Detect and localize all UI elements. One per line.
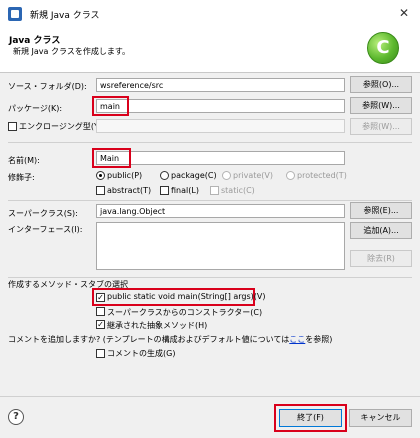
package-browse-button[interactable]: 参照(W)... [350,97,412,114]
comments-question-suffix: を参照) [305,335,333,344]
help-icon[interactable]: ? [8,409,24,425]
private-radio[interactable] [222,171,231,180]
package-label: パッケージ(K): [8,104,63,113]
superclass-browse-button[interactable]: 参照(E)... [350,202,412,219]
separator [8,200,412,201]
comments-question-prefix: コメントを追加しますか? (テンプレートの構成およびデフォルト値については [8,335,290,344]
static-checkbox[interactable] [210,186,219,195]
eclipse-app-icon [8,7,22,21]
banner-subtitle: 新規 Java クラスを作成します。 [13,47,131,56]
enclosing-type-label: エンクロージング型(Y): [19,122,105,131]
enclosing-type-field[interactable] [96,119,345,133]
java-class-wizard-icon [367,32,399,64]
public-radio-label: public(P) [107,171,143,180]
finish-button[interactable]: 終了(F) [279,409,342,427]
comments-question: コメントを追加しますか? (テンプレートの構成およびデフォルト値についてはここを… [8,334,332,345]
interfaces-list[interactable] [96,222,345,270]
separator [8,277,412,278]
class-name-highlight [92,148,131,168]
public-radio[interactable] [96,171,105,180]
constructors-checkbox[interactable] [96,307,105,316]
package-highlight [92,96,129,116]
add-interface-button[interactable]: 追加(A)... [350,222,412,239]
cancel-button[interactable]: キャンセル [349,409,412,427]
remove-interface-button[interactable]: 除去(R) [350,250,412,267]
separator [8,142,412,143]
generate-comments-checkbox[interactable] [96,349,105,358]
window-title: 新規 Java クラス [30,11,100,21]
banner-title: Java クラス [9,36,61,46]
inherited-methods-label: 継承された抽象メソッド(H) [107,321,208,330]
abstract-checkbox[interactable] [96,186,105,195]
final-checkbox-label: final(L) [171,186,199,195]
generate-comments-label: コメントの生成(G) [107,349,176,358]
class-name-field[interactable]: Main [96,151,345,165]
template-link[interactable]: ここ [289,335,305,344]
name-label: 名前(M): [8,156,40,165]
superclass-field[interactable]: java.lang.Object [96,204,345,218]
main-method-checkbox[interactable]: ✓ [96,293,105,302]
enclosing-type-checkbox[interactable] [8,122,17,131]
final-checkbox[interactable] [160,186,169,195]
inherited-methods-checkbox[interactable]: ✓ [96,320,105,329]
protected-radio-label: protected(T) [297,171,347,180]
source-folder-field[interactable]: wsreference/src [96,78,345,92]
source-folder-label: ソース・フォルダ(D): [8,82,87,91]
modifiers-label: 修飾子: [8,173,35,182]
package-radio-label: package(C) [171,171,217,180]
source-folder-browse-button[interactable]: 参照(O)... [350,76,412,93]
package-radio[interactable] [160,171,169,180]
main-method-label: public static void main(String[] args)(V… [107,292,266,301]
package-field[interactable]: main [96,99,345,113]
close-icon[interactable]: ✕ [395,5,413,21]
private-radio-label: private(V) [233,171,273,180]
abstract-checkbox-label: abstract(T) [107,186,152,195]
enclosing-type-browse-button[interactable]: 参照(W)... [350,118,412,135]
static-checkbox-label: static(C) [221,186,255,195]
superclass-label: スーパークラス(S): [8,209,78,218]
constructors-label: スーパークラスからのコンストラクター(C) [107,308,263,317]
interfaces-label: インターフェース(I): [8,225,83,234]
protected-radio[interactable] [286,171,295,180]
footer-separator [0,396,420,397]
